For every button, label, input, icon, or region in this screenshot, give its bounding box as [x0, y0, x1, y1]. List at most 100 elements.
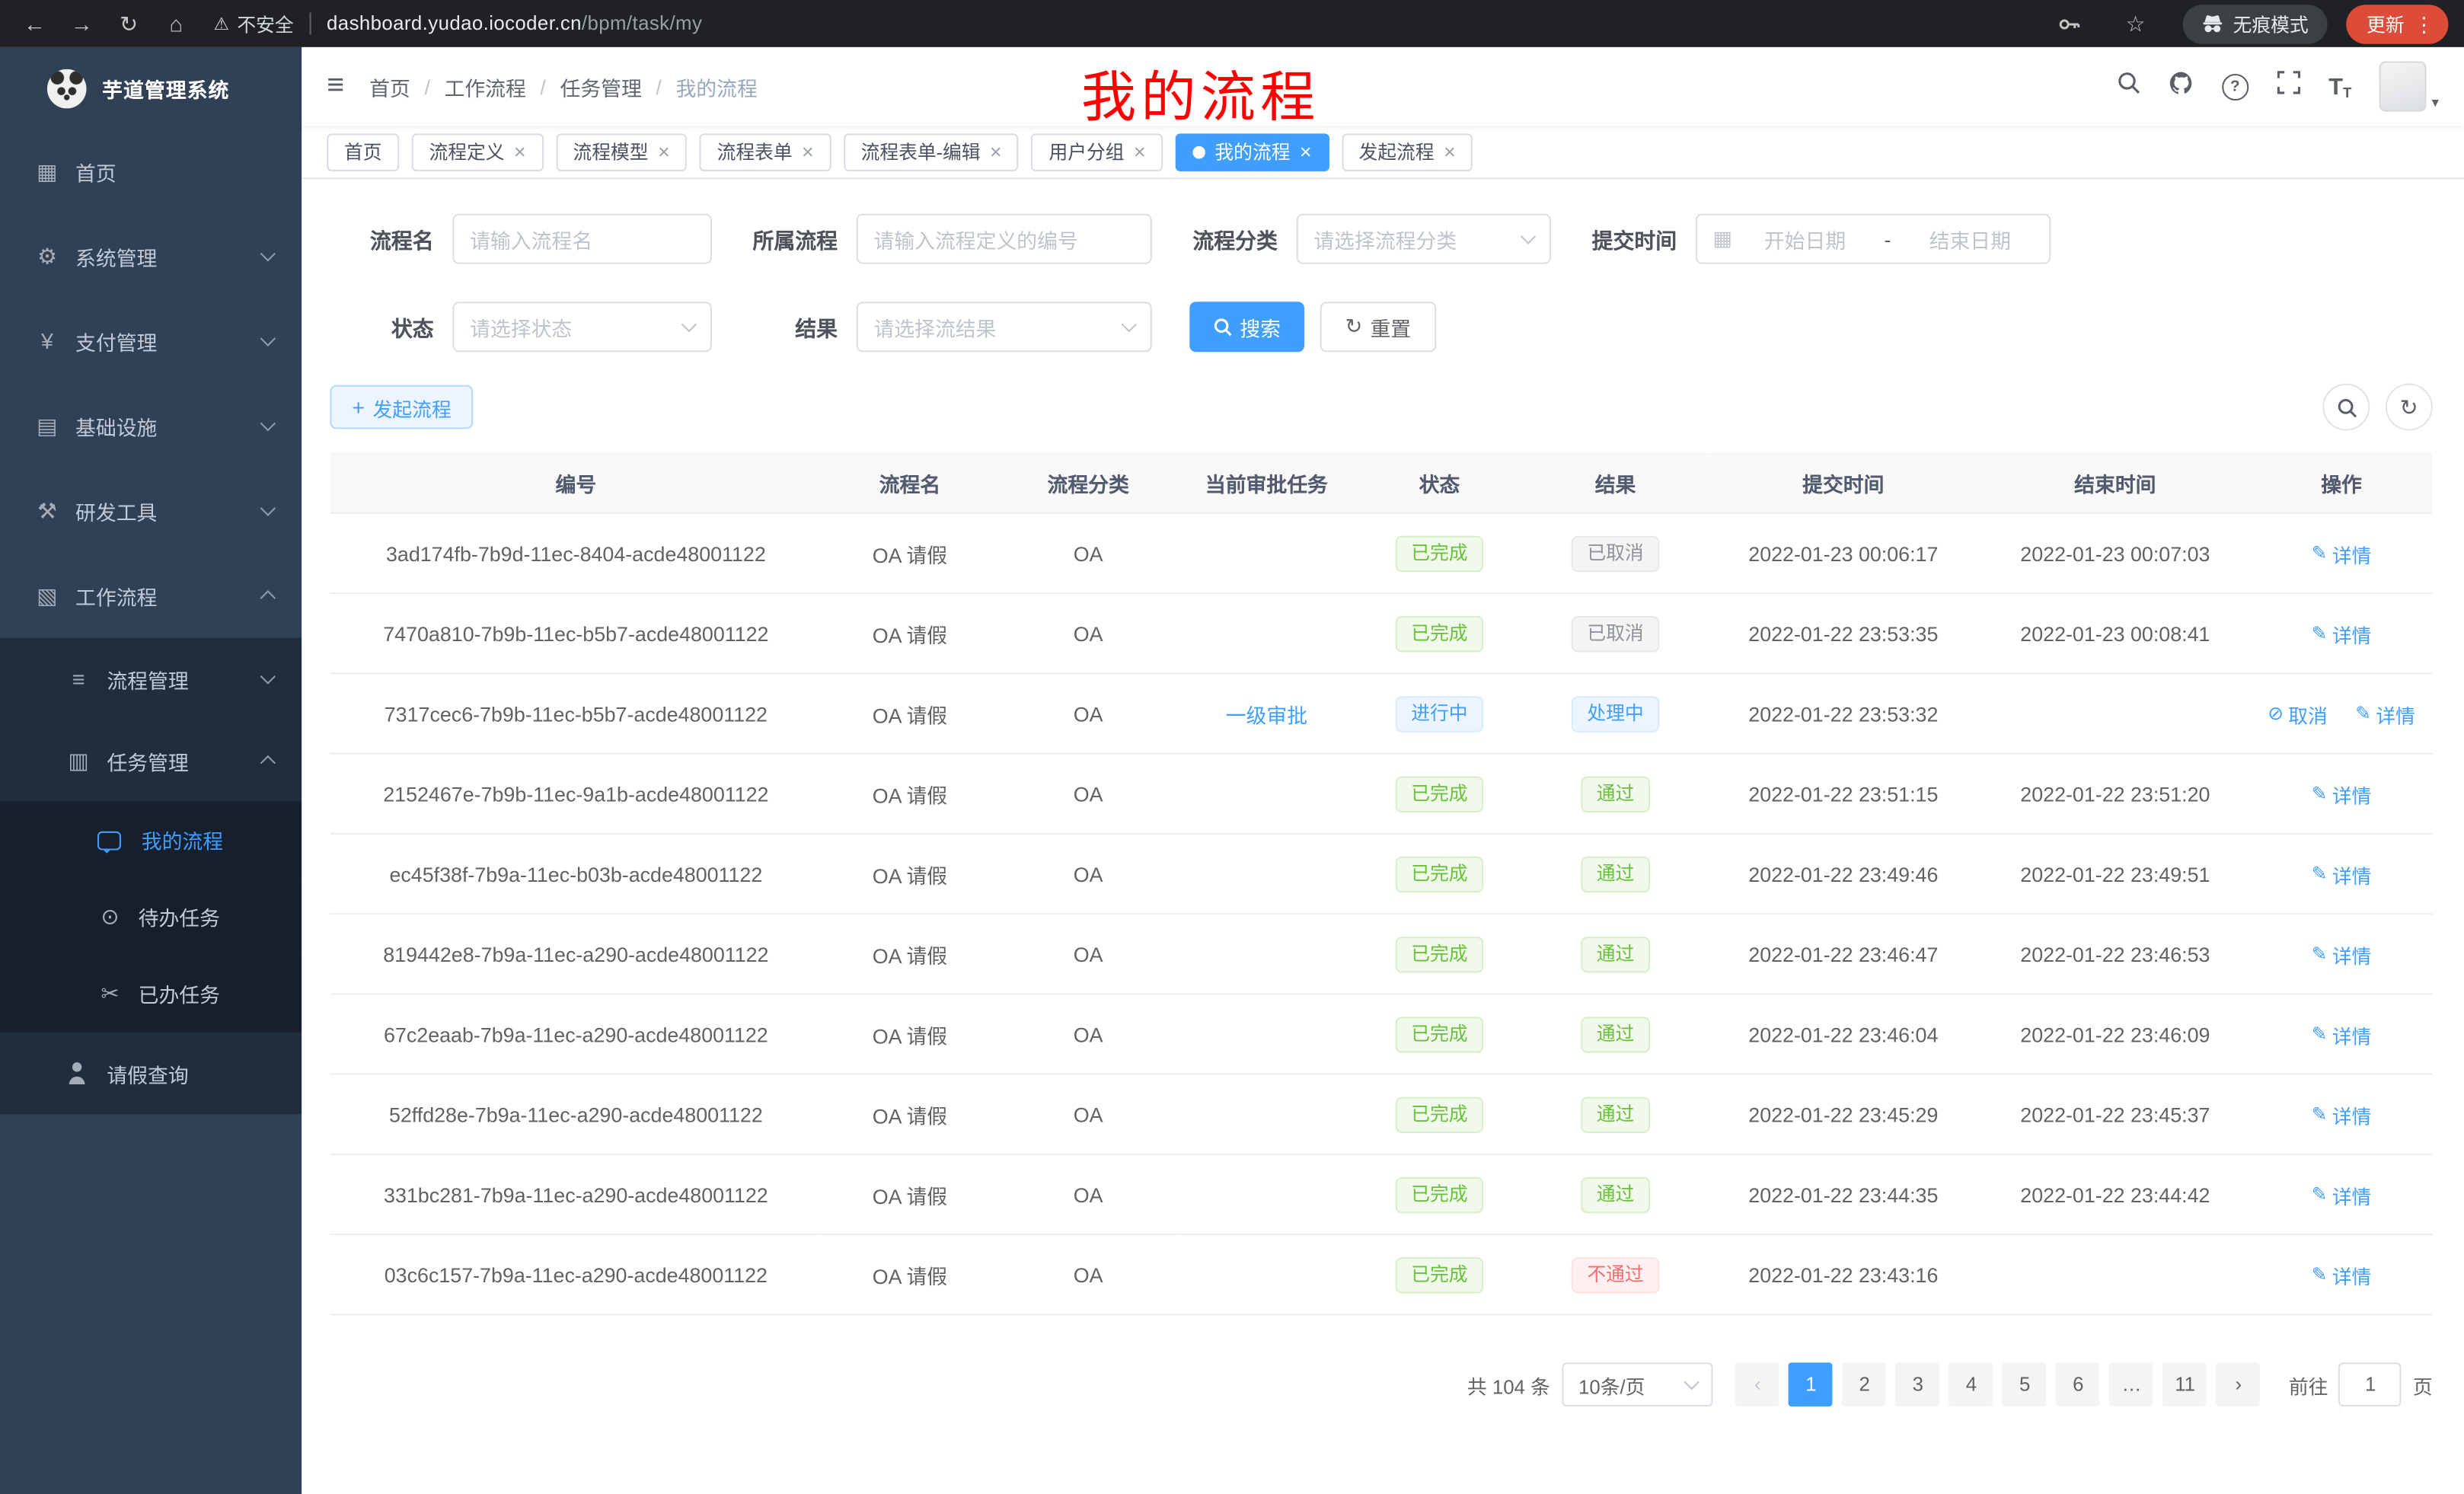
- page-button[interactable]: 11: [2163, 1362, 2207, 1406]
- page-button[interactable]: 1: [1789, 1362, 1834, 1406]
- key-icon[interactable]: [2051, 5, 2089, 43]
- sidebar-item-process-management[interactable]: ≡ 流程管理: [0, 638, 302, 720]
- fullscreen-icon[interactable]: [2277, 71, 2300, 102]
- refresh-table-icon[interactable]: ↻: [2386, 384, 2433, 431]
- detail-link[interactable]: ✎详情: [2312, 939, 2372, 969]
- detail-link[interactable]: ✎详情: [2312, 1180, 2372, 1209]
- cancel-link[interactable]: ⊘取消: [2268, 698, 2328, 728]
- sidebar-item-dev-tools[interactable]: ⚒ 研发工具: [0, 468, 302, 553]
- breadcrumb-item[interactable]: 工作流程: [445, 72, 526, 101]
- detail-link[interactable]: ✎详情: [2355, 698, 2415, 728]
- detail-link[interactable]: ✎详情: [2312, 618, 2372, 648]
- back-icon[interactable]: ←: [16, 5, 54, 43]
- tab-process-form-edit[interactable]: 流程表单-编辑×: [844, 132, 1019, 171]
- page-size-select[interactable]: 10条/页: [1562, 1362, 1713, 1406]
- sidebar-item-infrastructure[interactable]: ▤ 基础设施: [0, 384, 302, 468]
- reset-button[interactable]: ↻ 重置: [1320, 302, 1437, 352]
- cell-submit-time: 2022-01-22 23:46:04: [1706, 994, 1980, 1074]
- sidebar-item-my-process[interactable]: 我的流程: [0, 802, 302, 879]
- goto-page-input[interactable]: 1: [2339, 1362, 2402, 1406]
- bookmark-star-icon[interactable]: ☆: [2117, 5, 2155, 43]
- search-icon[interactable]: [2117, 71, 2140, 102]
- url-text[interactable]: dashboard.yudao.iocoder.cn/bpm/task/my: [327, 13, 702, 35]
- date-range-input[interactable]: ▦ 开始日期 - 结束日期: [1696, 214, 2051, 264]
- close-icon[interactable]: ×: [990, 142, 1002, 162]
- clipboard-icon: ▥: [66, 747, 91, 774]
- github-icon[interactable]: [2169, 70, 2194, 103]
- page-button[interactable]: 5: [2003, 1362, 2047, 1406]
- app-logo[interactable]: 芋道管理系统: [0, 47, 302, 129]
- status-select[interactable]: 请选择状态: [452, 302, 712, 352]
- sidebar: 芋道管理系统 ▦ 首页 ⚙ 系统管理 ¥ 支付管理 ▤: [0, 47, 302, 1494]
- page-button[interactable]: 4: [1949, 1362, 1993, 1406]
- sidebar-item-home[interactable]: ▦ 首页: [0, 129, 302, 213]
- result-select[interactable]: 请选择流结果: [857, 302, 1152, 352]
- next-page-button[interactable]: ›: [2217, 1362, 2261, 1406]
- process-definition-input[interactable]: 请输入流程定义的编号: [857, 214, 1152, 264]
- dashboard-icon: ▦: [34, 158, 59, 184]
- browser-menu-icon[interactable]: ⋮: [2414, 14, 2434, 34]
- tab-user-group[interactable]: 用户分组×: [1032, 132, 1163, 171]
- font-size-icon[interactable]: TT: [2328, 73, 2351, 100]
- chevron-up-icon: [260, 755, 276, 771]
- create-process-button[interactable]: + 发起流程: [330, 385, 473, 429]
- prev-page-button[interactable]: ‹: [1735, 1362, 1779, 1406]
- result-badge: 通过: [1581, 1016, 1650, 1052]
- close-icon[interactable]: ×: [658, 142, 670, 162]
- tab-process-model[interactable]: 流程模型×: [556, 132, 688, 171]
- close-icon[interactable]: ×: [514, 142, 526, 162]
- detail-link[interactable]: ✎详情: [2312, 1259, 2372, 1289]
- close-icon[interactable]: ×: [802, 142, 814, 162]
- process-name-input[interactable]: 请输入流程名: [452, 214, 712, 264]
- cell-submit-time: 2022-01-22 23:51:15: [1706, 754, 1980, 834]
- breadcrumb-item[interactable]: 首页: [369, 72, 410, 101]
- sidebar-item-done-tasks[interactable]: ✂ 已办任务: [0, 956, 302, 1033]
- sidebar-item-leave-query[interactable]: 请假查询: [0, 1033, 302, 1114]
- detail-link[interactable]: ✎详情: [2312, 859, 2372, 889]
- cell-submit-time: 2022-01-22 23:46:47: [1706, 914, 1980, 994]
- cell-task: [1179, 1074, 1355, 1154]
- toggle-search-icon[interactable]: [2322, 384, 2370, 431]
- user-avatar[interactable]: ▾: [2380, 61, 2439, 111]
- forward-icon[interactable]: →: [63, 5, 101, 43]
- sidebar-item-todo-tasks[interactable]: ⊙ 待办任务: [0, 879, 302, 956]
- search-button[interactable]: 搜索: [1189, 302, 1304, 352]
- sidebar-item-payment[interactable]: ¥ 支付管理: [0, 298, 302, 383]
- security-chip[interactable]: ⚠ 不安全: [214, 10, 294, 37]
- page-button[interactable]: 2: [1843, 1362, 1887, 1406]
- sidebar-item-workflow[interactable]: ▧ 工作流程: [0, 553, 302, 637]
- page-button[interactable]: 3: [1896, 1362, 1940, 1406]
- cell-submit-time: 2022-01-22 23:43:16: [1706, 1234, 1980, 1314]
- category-label: 流程分类: [1189, 223, 1278, 254]
- category-select[interactable]: 请选择流程分类: [1297, 214, 1551, 264]
- page-button[interactable]: 6: [2056, 1362, 2100, 1406]
- current-task-link[interactable]: 一级审批: [1226, 704, 1307, 727]
- update-button[interactable]: 更新 ⋮: [2346, 4, 2448, 43]
- hamburger-icon[interactable]: ≡: [327, 69, 344, 104]
- sidebar-item-system[interactable]: ⚙ 系统管理: [0, 214, 302, 298]
- help-icon[interactable]: ?: [2222, 73, 2249, 100]
- more-pages-button[interactable]: …: [2110, 1362, 2154, 1406]
- close-icon[interactable]: ×: [1134, 142, 1146, 162]
- sidebar-item-label: 支付管理: [75, 326, 157, 356]
- reload-icon[interactable]: ↻: [110, 5, 148, 43]
- col-header-task: 当前审批任务: [1179, 452, 1355, 512]
- detail-link[interactable]: ✎详情: [2312, 779, 2372, 809]
- tab-my-process[interactable]: 我的流程×: [1176, 132, 1329, 171]
- detail-link[interactable]: ✎详情: [2312, 538, 2372, 568]
- active-dot: [1193, 145, 1206, 158]
- home-icon[interactable]: ⌂: [157, 5, 195, 43]
- address-bar[interactable]: ⚠ 不安全 dashboard.yudao.iocoder.cn/bpm/tas…: [214, 10, 703, 37]
- tab-process-definition[interactable]: 流程定义×: [412, 132, 544, 171]
- tab-start-process[interactable]: 发起流程×: [1342, 132, 1473, 171]
- chevron-down-icon: [1521, 228, 1536, 244]
- detail-link[interactable]: ✎详情: [2312, 1019, 2372, 1049]
- close-icon[interactable]: ×: [1300, 142, 1312, 162]
- tab-process-form[interactable]: 流程表单×: [700, 132, 831, 171]
- tab-home[interactable]: 首页: [327, 132, 399, 171]
- sidebar-item-task-management[interactable]: ▥ 任务管理: [0, 720, 302, 801]
- breadcrumb-item[interactable]: 任务管理: [560, 72, 641, 101]
- close-icon[interactable]: ×: [1444, 142, 1456, 162]
- chevron-down-icon: [1122, 317, 1137, 332]
- detail-link[interactable]: ✎详情: [2312, 1100, 2372, 1129]
